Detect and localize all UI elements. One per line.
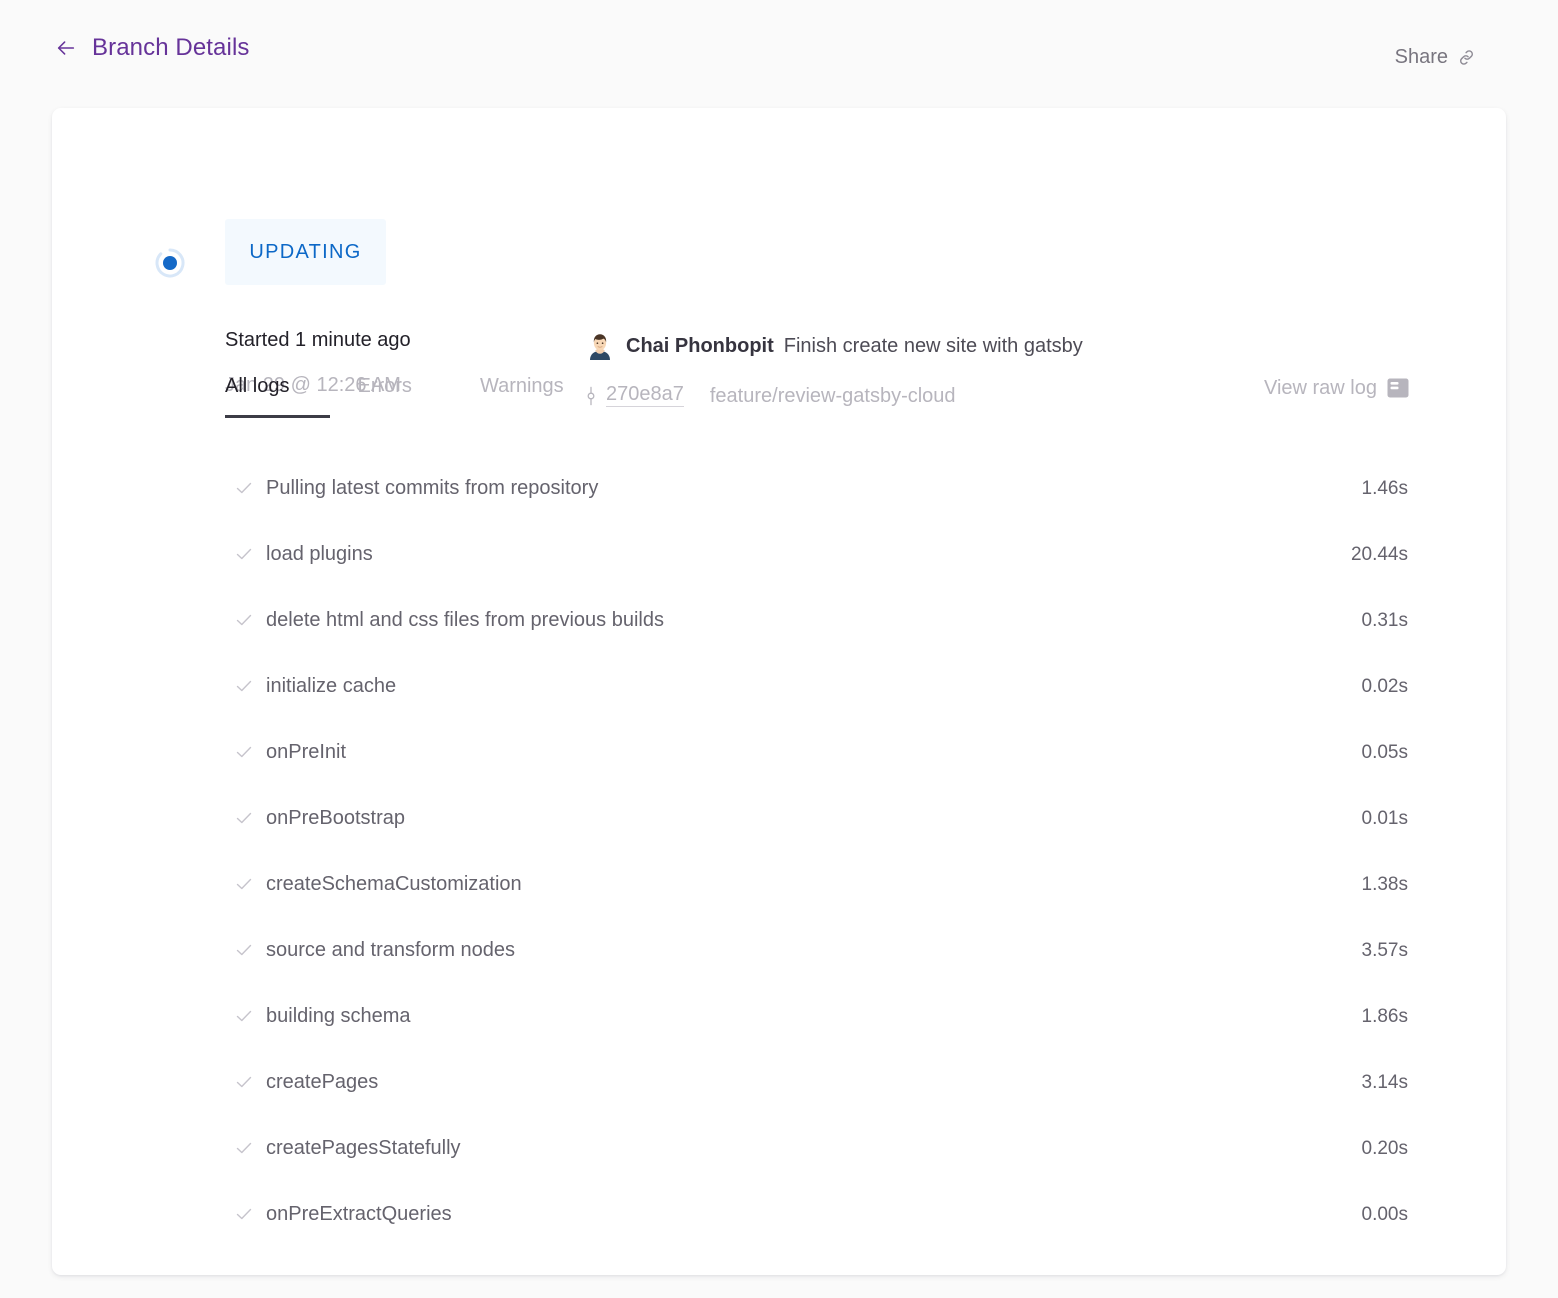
log-duration: 1.46s [1361, 477, 1408, 499]
page-title: Branch Details [92, 34, 250, 61]
log-row[interactable]: createPagesStatefully 0.20s [52, 1115, 1506, 1181]
log-duration: 1.38s [1361, 873, 1408, 895]
log-duration: 0.02s [1361, 675, 1408, 697]
log-label: load plugins [266, 543, 373, 565]
log-row[interactable]: load plugins 20.44s [52, 521, 1506, 587]
log-list: Pulling latest commits from repository 1… [52, 455, 1506, 1247]
log-duration: 3.57s [1361, 939, 1408, 961]
check-icon [235, 545, 253, 563]
log-label: createSchemaCustomization [266, 873, 522, 895]
log-row[interactable]: onPreExtractQueries 0.00s [52, 1181, 1506, 1247]
status-badge: UPDATING [225, 219, 386, 285]
commit-message: Finish create new site with gatsby [783, 335, 1083, 357]
tab-all-logs[interactable]: All logs [225, 376, 331, 418]
check-icon [235, 809, 253, 827]
spinner-icon [154, 247, 186, 279]
check-icon [235, 875, 253, 893]
view-raw-log-label: View raw log [1263, 377, 1377, 399]
log-row[interactable]: onPreBootstrap 0.01s [52, 785, 1506, 851]
back-to-branch-details-link[interactable]: Branch Details [55, 36, 249, 60]
top-bar: Branch Details Share [0, 0, 1558, 108]
log-label: createPagesStatefully [266, 1137, 461, 1159]
tab-warnings[interactable]: Warnings [480, 376, 564, 418]
avatar [584, 330, 616, 362]
log-row[interactable]: createPages 3.14s [52, 1049, 1506, 1115]
check-icon [235, 1007, 253, 1025]
log-row[interactable]: building schema 1.86s [52, 983, 1506, 1049]
arrow-left-icon [55, 37, 77, 59]
log-tabs: All logs Errors Warnings [225, 376, 632, 418]
build-started-text: Started 1 minute ago [225, 329, 411, 351]
log-row[interactable]: createSchemaCustomization 1.38s [52, 851, 1506, 917]
log-label: onPreBootstrap [266, 807, 405, 829]
log-duration: 0.05s [1361, 741, 1408, 763]
status-badge-label: UPDATING [249, 240, 362, 263]
log-label: initialize cache [266, 675, 397, 697]
log-label: building schema [266, 1005, 411, 1027]
tab-errors[interactable]: Errors [357, 376, 411, 418]
check-icon [235, 677, 253, 695]
check-icon [235, 743, 253, 761]
log-label: onPreInit [266, 741, 347, 763]
log-row[interactable]: Pulling latest commits from repository 1… [52, 455, 1506, 521]
check-icon [235, 1139, 253, 1157]
log-label: source and transform nodes [266, 939, 516, 961]
log-row[interactable]: onPreInit 0.05s [52, 719, 1506, 785]
log-duration: 0.00s [1361, 1203, 1408, 1225]
log-label: Pulling latest commits from repository [266, 477, 599, 499]
window-panel-icon [1387, 378, 1409, 398]
share-button-label: Share [1394, 46, 1448, 68]
log-duration: 1.86s [1361, 1005, 1408, 1027]
check-icon [235, 479, 253, 497]
check-icon [235, 941, 253, 959]
log-duration: 3.14s [1361, 1071, 1408, 1093]
log-duration: 20.44s [1350, 543, 1408, 565]
log-duration: 0.01s [1361, 807, 1408, 829]
log-label: delete html and css files from previous … [266, 609, 664, 631]
build-details-card: UPDATING Started 1 minute ago Jan 29 @ 1… [52, 108, 1506, 1275]
commit-author-name: Chai Phonbopit [626, 335, 774, 357]
share-button[interactable]: Share [1395, 46, 1476, 69]
log-duration: 0.20s [1361, 1137, 1408, 1159]
link-icon [1457, 48, 1476, 67]
log-duration: 0.31s [1361, 609, 1408, 631]
check-icon [235, 611, 253, 629]
check-icon [235, 1205, 253, 1223]
author-line: Chai Phonbopit Finish create new site wi… [584, 330, 1083, 362]
log-tabs-row: All logs Errors Warnings View raw log [52, 376, 1506, 440]
view-raw-log-button[interactable]: View raw log [1264, 378, 1409, 398]
log-row[interactable]: delete html and css files from previous … [52, 587, 1506, 653]
log-row[interactable]: source and transform nodes 3.57s [52, 917, 1506, 983]
log-label: onPreExtractQueries [266, 1203, 452, 1225]
log-label: createPages [266, 1071, 379, 1093]
log-row[interactable]: initialize cache 0.02s [52, 653, 1506, 719]
check-icon [235, 1073, 253, 1091]
